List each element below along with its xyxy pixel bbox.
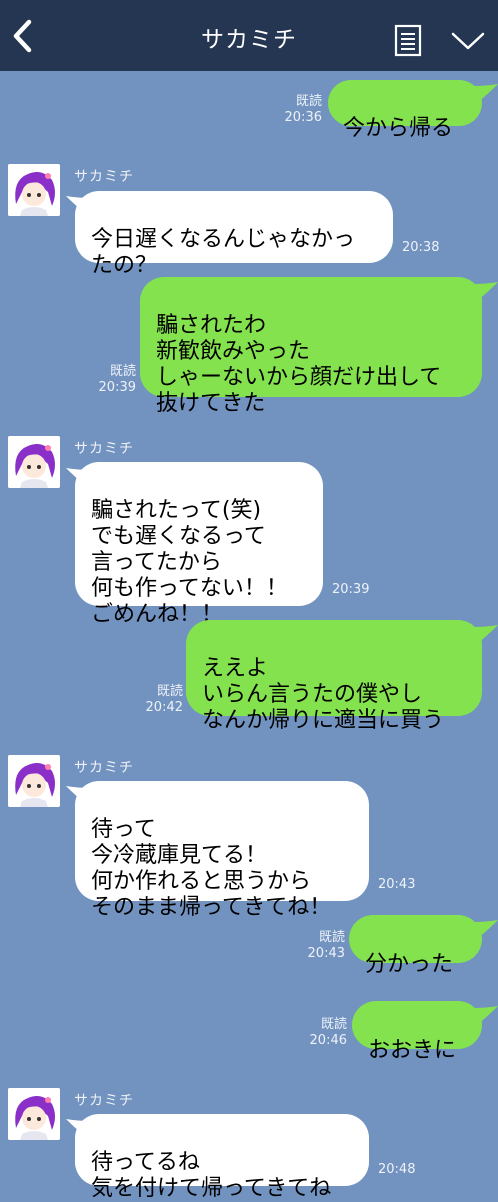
incoming-message-bubble[interactable]: 待ってるね 気を付けて帰ってきてね [75, 1114, 369, 1201]
sender-name: サカミチ [74, 760, 134, 776]
message-text: ええよ いらん言うたの僕やし なんか帰りに適当に買う [202, 656, 445, 733]
chevron-down-icon [451, 32, 485, 50]
message-text: 騙されたって(笑) でも遅くなるって 言ってたから 何も作ってない！！ ごめんね… [91, 498, 288, 627]
message-text: 分かった [365, 952, 454, 977]
sender-name: サカミチ [74, 169, 134, 185]
message-time: 20:46 [309, 1033, 347, 1048]
outgoing-message-bubble[interactable]: おおきに [352, 1001, 482, 1063]
sender-name: サカミチ [74, 441, 134, 457]
outgoing-message-bubble[interactable]: 分かった [349, 915, 482, 977]
message-time: 20:36 [284, 110, 322, 125]
incoming-message-bubble[interactable]: 今日遅くなるんじゃなかっ たの？ [75, 191, 393, 278]
chat-header: サカミチ [0, 0, 498, 71]
bubble-tail [474, 920, 498, 938]
message-text: 今日遅くなるんじゃなかっ たの？ [91, 227, 356, 278]
dropdown-button[interactable] [450, 28, 486, 54]
avatar[interactable] [8, 1088, 60, 1140]
message-text: 騙されたわ 新歓飲みやった しゃーないから顔だけ出して 抜けてきた [156, 313, 442, 416]
outgoing-message-bubble[interactable]: ええよ いらん言うたの僕やし なんか帰りに適当に買う [186, 620, 482, 733]
avatar-image [8, 436, 60, 488]
message-time: 20:39 [98, 380, 136, 395]
avatar[interactable] [8, 755, 60, 807]
avatar-image [8, 755, 60, 807]
sender-name: サカミチ [74, 1093, 134, 1109]
message-meta: 既読 20:39 [94, 364, 136, 396]
message-text: 今から帰る [343, 116, 454, 141]
message-text: 待ってるね 気を付けて帰ってきてね [91, 1150, 332, 1201]
avatar[interactable] [8, 164, 60, 216]
message-time: 20:43 [378, 877, 416, 892]
read-receipt: 既読 [320, 1017, 347, 1032]
read-receipt: 既読 [156, 684, 183, 699]
message-time: 20:48 [378, 1162, 416, 1177]
message-time: 20:38 [402, 240, 440, 255]
incoming-message-bubble[interactable]: 騙されたって(笑) でも遅くなるって 言ってたから 何も作ってない！！ ごめんね… [75, 462, 323, 627]
bubble-tail [474, 84, 498, 102]
avatar-image [8, 1088, 60, 1140]
message-meta: 既読 20:43 [303, 930, 345, 962]
message-time: 20:43 [307, 946, 345, 961]
chat-title: サカミチ [201, 27, 297, 53]
message-text: おおきに [368, 1038, 457, 1063]
message-time: 20:39 [332, 582, 370, 597]
read-receipt: 既読 [295, 94, 322, 109]
message-time: 20:42 [145, 700, 183, 715]
message-meta: 既読 20:46 [305, 1017, 347, 1049]
message-text: 待って 今冷蔵庫見てる！ 何か作れると思うから そのまま帰ってきてね！ [91, 817, 332, 920]
bubble-tail [474, 1006, 498, 1024]
document-list-icon [394, 24, 422, 57]
outgoing-message-bubble[interactable]: 今から帰る [328, 80, 482, 141]
message-meta: 既読 20:36 [282, 94, 322, 126]
bubble-tail [474, 625, 498, 643]
bubble-tail [474, 282, 498, 300]
incoming-message-bubble[interactable]: 待って 今冷蔵庫見てる！ 何か作れると思うから そのまま帰ってきてね！ [75, 781, 369, 920]
notes-button[interactable] [393, 24, 423, 58]
read-receipt: 既読 [109, 364, 136, 379]
avatar-image [8, 164, 60, 216]
message-meta: 既読 20:42 [141, 684, 183, 716]
outgoing-message-bubble[interactable]: 騙されたわ 新歓飲みやった しゃーないから顔だけ出して 抜けてきた [140, 277, 482, 416]
avatar[interactable] [8, 436, 60, 488]
read-receipt: 既読 [318, 930, 345, 945]
